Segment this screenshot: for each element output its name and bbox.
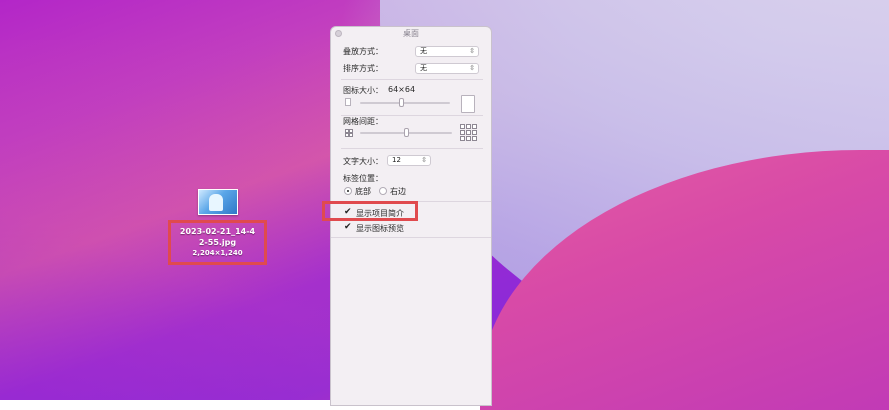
label-position-right-label: 右边	[390, 187, 406, 196]
panel-title: 桌面	[403, 29, 419, 38]
divider	[341, 148, 483, 149]
sort-by-select[interactable]: 无 ⇳	[415, 63, 479, 74]
label-position-right-radio[interactable]	[379, 187, 387, 195]
grid-spacing-label: 网格间距：	[343, 117, 383, 126]
file-dimensions: 2,204×1,240	[192, 249, 243, 257]
wallpaper-glow	[0, 40, 330, 400]
file-thumbnail[interactable]	[198, 189, 238, 215]
text-size-value: 12	[392, 156, 401, 164]
grid-spacing-slider-knob[interactable]	[404, 128, 409, 137]
stack-by-value: 无	[420, 47, 427, 55]
sort-by-label: 排序方式：	[343, 64, 383, 73]
thumbnail-figure	[209, 194, 223, 211]
show-icon-preview-checkbox[interactable]: ✔	[344, 222, 352, 232]
chevron-updown-icon: ⇳	[469, 47, 475, 55]
icon-size-label: 图标大小：	[343, 86, 383, 95]
chevron-updown-icon: ⇳	[421, 156, 427, 164]
large-file-icon	[461, 95, 475, 113]
stack-by-label: 叠放方式：	[343, 47, 383, 56]
file-name[interactable]: 2023-02-21_14-4 2-55.jpg	[171, 226, 264, 248]
sort-by-value: 无	[420, 64, 427, 72]
label-position-bottom-label: 底部	[355, 187, 371, 196]
icon-size-slider[interactable]	[360, 102, 450, 104]
label-position-label: 标签位置：	[343, 174, 383, 183]
show-icon-preview-label: 显示图标预览	[356, 224, 404, 233]
small-file-icon	[345, 98, 351, 106]
icon-size-slider-knob[interactable]	[398, 98, 404, 107]
chevron-updown-icon: ⇳	[469, 64, 475, 72]
large-grid-icon	[460, 124, 478, 142]
divider	[341, 79, 483, 80]
small-grid-icon	[345, 129, 353, 137]
icon-size-value: 64×64	[388, 85, 416, 94]
panel-titlebar: 桌面	[331, 27, 491, 41]
file-name-line1: 2023-02-21_14-4	[179, 227, 256, 236]
stack-by-select[interactable]: 无 ⇳	[415, 46, 479, 57]
show-item-info-highlight	[322, 201, 418, 221]
divider	[331, 237, 491, 238]
text-size-select[interactable]: 12 ⇳	[387, 155, 431, 166]
text-size-label: 文字大小：	[343, 157, 383, 166]
file-name-line2: 2-55.jpg	[198, 238, 237, 247]
label-position-bottom-radio[interactable]	[344, 187, 352, 195]
